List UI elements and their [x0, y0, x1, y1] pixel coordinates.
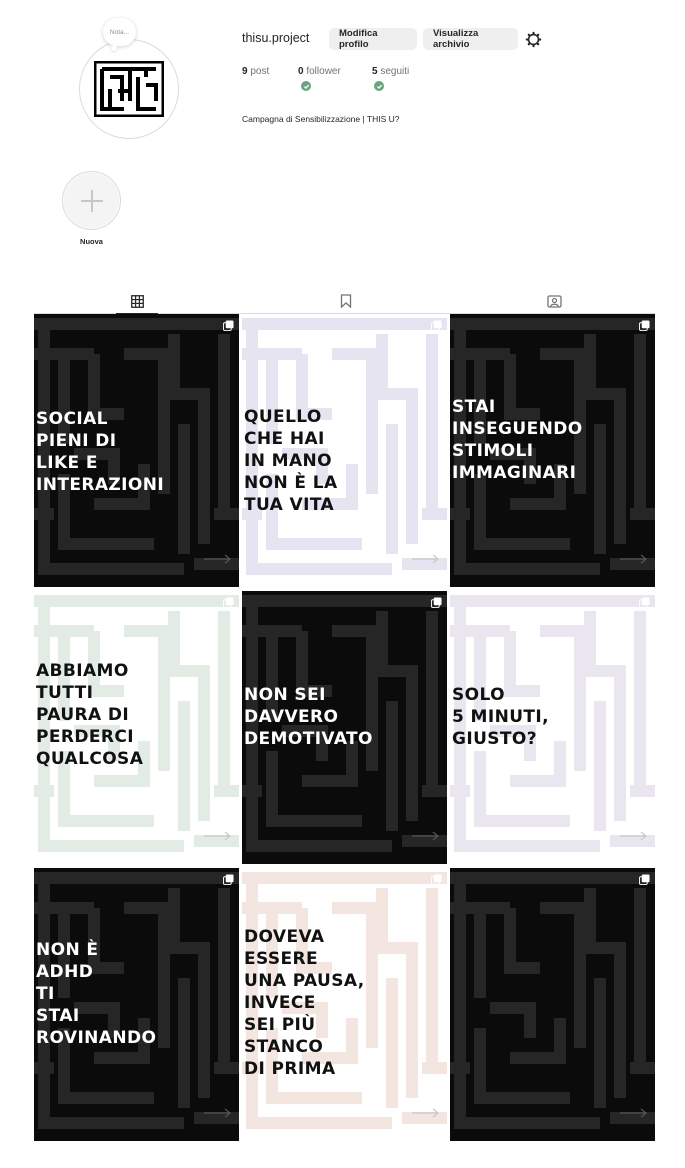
stat-followers[interactable]: 0 follower [298, 66, 341, 77]
note-label: Nota... [109, 28, 130, 36]
post-tile[interactable]: STAI INSEGUENDO STIMOLI IMMAGINARI [450, 314, 655, 587]
check-icon [374, 81, 384, 91]
stat-posts: 9 post [242, 66, 269, 77]
post-tile[interactable]: DOVEVA ESSERE UNA PAUSA, INVECE SEI PIÙ … [242, 868, 447, 1141]
carousel-icon [431, 320, 442, 331]
carousel-icon [431, 597, 442, 608]
bookmark-icon [340, 294, 352, 308]
post-caption-text: SOCIAL PIENI DI LIKE E INTERAZIONI [36, 409, 165, 495]
carousel-icon [639, 874, 650, 885]
post-caption-text: SOLO 5 MINUTI, GIUSTO? [452, 685, 550, 749]
profile-bio: Campagna di Sensibilizzazione | THIS U? [242, 114, 400, 124]
stat-followers-label: follower [306, 66, 341, 77]
settings-gear-icon[interactable] [525, 31, 542, 48]
profile-avatar[interactable] [79, 39, 179, 139]
stat-following-count: 5 [372, 66, 378, 77]
post-caption-text: NON È ADHD TI STAI ROVINANDO [36, 940, 157, 1048]
post-caption-text: STAI INSEGUENDO STIMOLI IMMAGINARI [452, 397, 583, 483]
post-tile[interactable]: NON È ADHD TI STAI ROVINANDO [34, 868, 239, 1141]
post-caption-text: ABBIAMO TUTTI PAURA DI PERDERCI QUALCOSA [36, 661, 144, 769]
stat-posts-count: 9 [242, 66, 248, 77]
post-tile[interactable]: NON SEI DAVVERO DEMOTIVATO [242, 591, 447, 864]
edit-profile-button[interactable]: Modifica profilo [329, 28, 417, 50]
tab-posts[interactable] [116, 289, 158, 314]
post-caption-text: NON SEI DAVVERO DEMOTIVATO [244, 685, 373, 749]
stat-following-label: seguiti [380, 66, 410, 77]
username: thisu.project [242, 31, 310, 45]
stat-followers-count: 0 [298, 66, 304, 77]
new-highlight-label: Nuova [80, 237, 103, 246]
post-tile[interactable]: SOCIAL PIENI DI LIKE E INTERAZIONI [34, 314, 239, 587]
grid-icon [130, 294, 144, 308]
carousel-icon [639, 597, 650, 608]
stat-following[interactable]: 5 seguiti [372, 66, 409, 77]
tagged-icon [546, 295, 562, 308]
stat-posts-label: post [250, 66, 270, 77]
plus-icon [80, 189, 103, 212]
view-archive-button[interactable]: Visualizza archivio [423, 28, 518, 50]
carousel-icon [639, 320, 650, 331]
post-tile[interactable]: QUELLO CHE HAI IN MANO NON È LA TUA VITA [242, 314, 447, 587]
post-tile[interactable]: ABBIAMO TUTTI PAURA DI PERDERCI QUALCOSA [34, 591, 239, 864]
carousel-icon [223, 597, 234, 608]
post-tile[interactable]: SOLO 5 MINUTI, GIUSTO? [450, 591, 655, 864]
post-caption-text: QUELLO CHE HAI IN MANO NON È LA TUA VITA [244, 407, 338, 515]
carousel-icon [223, 874, 234, 885]
maze-background [450, 868, 655, 1141]
post-caption-text: DOVEVA ESSERE UNA PAUSA, INVECE SEI PIÙ … [244, 927, 365, 1079]
tab-saved[interactable] [325, 289, 367, 313]
tab-tagged[interactable] [533, 289, 575, 313]
carousel-icon [431, 874, 442, 885]
post-tile[interactable] [450, 868, 655, 1141]
check-icon [301, 81, 311, 91]
new-highlight-button[interactable] [62, 171, 121, 230]
maze-logo-icon [94, 61, 164, 117]
note-bubble[interactable]: Nota... [103, 18, 136, 51]
carousel-icon [223, 320, 234, 331]
